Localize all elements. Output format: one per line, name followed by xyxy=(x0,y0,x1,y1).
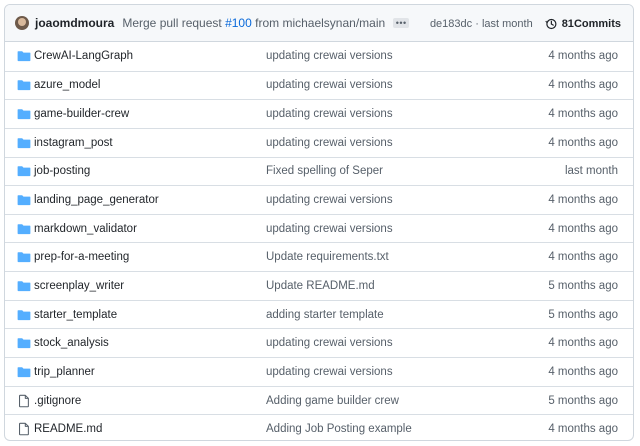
folder-icon xyxy=(17,250,31,264)
commit-message-prefix[interactable]: Merge pull request xyxy=(122,16,225,30)
commit-message-suffix[interactable]: from michaelsynan/main xyxy=(252,16,385,30)
file-row[interactable]: starter_template adding starter template 5… xyxy=(5,299,633,329)
sha-separator: · xyxy=(472,17,482,30)
folder-icon xyxy=(17,336,31,350)
file-row[interactable]: README.md Adding Job Posting example 4 mon… xyxy=(5,414,633,440)
commit-message-link[interactable]: updating crewai versions xyxy=(266,223,393,235)
commit-meta: de183dc · last month 81 Commits xyxy=(430,5,621,42)
commit-age: 4 months ago xyxy=(548,194,618,207)
file-name-link[interactable]: job-posting xyxy=(34,165,90,177)
commit-age: 4 months ago xyxy=(548,222,618,235)
commit-message-link[interactable]: updating crewai versions xyxy=(266,337,393,349)
commit-age: last month xyxy=(564,165,618,178)
commits-link[interactable]: 81 Commits xyxy=(545,18,621,30)
folder-icon xyxy=(17,193,31,207)
file-row[interactable]: .gitignore Adding game builder crew 5 mont… xyxy=(5,385,633,415)
file-list: CrewAI-LangGraph updating crewai versions… xyxy=(5,42,633,440)
commit-sha-time: de183dc · last month xyxy=(430,18,533,30)
commit-age: 4 months ago xyxy=(548,50,618,63)
folder-icon xyxy=(17,136,31,150)
file-browser: joaomdmoura Merge pull request #100 from… xyxy=(4,4,634,441)
file-name-link[interactable]: trip_planner xyxy=(34,366,95,378)
file-name-link[interactable]: CrewAI-LangGraph xyxy=(34,50,133,62)
commit-message-link[interactable]: Fixed spelling of Seper xyxy=(266,165,383,177)
latest-commit-bar: joaomdmoura Merge pull request #100 from… xyxy=(5,5,633,42)
file-name-link[interactable]: azure_model xyxy=(34,79,100,91)
commit-age: 5 months ago xyxy=(548,279,618,292)
commit-message-link[interactable]: updating crewai versions xyxy=(266,50,393,62)
file-row[interactable]: trip_planner updating crewai versions 4 mo… xyxy=(5,357,633,386)
file-icon xyxy=(17,394,31,408)
commit-message-link[interactable]: updating crewai versions xyxy=(266,366,393,378)
commit-sha[interactable]: de183dc xyxy=(430,18,472,30)
file-name-link[interactable]: instagram_post xyxy=(34,137,113,149)
commit-message-link[interactable]: Adding Job Posting example xyxy=(266,423,412,435)
file-row[interactable]: job-posting Fixed spelling of Seper last m… xyxy=(5,156,633,186)
folder-icon xyxy=(17,308,31,322)
commit-message-link[interactable]: updating crewai versions xyxy=(266,79,393,91)
folder-icon xyxy=(17,78,31,92)
file-name-link[interactable]: starter_template xyxy=(34,309,117,321)
commit-age: 4 months ago xyxy=(548,251,618,264)
history-icon xyxy=(545,18,557,29)
commit-author[interactable]: joaomdmoura xyxy=(35,16,114,30)
file-row[interactable]: stock_analysis updating crewai versions 4 … xyxy=(5,328,633,357)
file-row[interactable]: landing_page_generator updating crewai ve… xyxy=(5,185,633,214)
avatar[interactable] xyxy=(15,16,29,30)
folder-icon xyxy=(17,222,31,236)
folder-icon xyxy=(17,279,31,293)
file-row[interactable]: azure_model updating crewai versions 4 mon… xyxy=(5,70,633,100)
file-row[interactable]: instagram_post updating crewai versions 4 … xyxy=(5,127,633,157)
file-icon xyxy=(17,422,31,436)
commit-time: last month xyxy=(481,17,533,30)
file-row[interactable]: CrewAI-LangGraph updating crewai versions… xyxy=(5,42,633,71)
commit-age: 4 months ago xyxy=(548,423,618,436)
file-name-link[interactable]: README.md xyxy=(34,423,102,435)
file-row[interactable]: markdown_validator updating crewai versio… xyxy=(5,213,633,243)
commit-age: 4 months ago xyxy=(548,337,618,350)
commits-count: 81 xyxy=(561,17,574,30)
file-name-link[interactable]: markdown_validator xyxy=(34,223,137,235)
file-row[interactable]: game-builder-crew updating crewai version… xyxy=(5,99,633,128)
expand-commit-button[interactable]: ••• xyxy=(393,18,410,28)
file-row[interactable]: screenplay_writer Update README.md 5 month… xyxy=(5,271,633,300)
file-name-link[interactable]: stock_analysis xyxy=(34,337,109,349)
commit-message-link[interactable]: updating crewai versions xyxy=(266,108,393,120)
file-name-link[interactable]: screenplay_writer xyxy=(34,280,124,292)
commit-age: 4 months ago xyxy=(548,136,618,149)
commit-age: 4 months ago xyxy=(548,365,618,378)
folder-icon xyxy=(17,49,31,63)
file-name-link[interactable]: landing_page_generator xyxy=(34,194,159,206)
commit-message-link[interactable]: updating crewai versions xyxy=(266,194,393,206)
pull-request-link[interactable]: #100 xyxy=(225,16,252,30)
file-name-link[interactable]: game-builder-crew xyxy=(34,108,129,120)
commit-message-link[interactable]: Update README.md xyxy=(266,280,375,292)
commit-message-link[interactable]: updating crewai versions xyxy=(266,137,393,149)
commit-age: 4 months ago xyxy=(548,108,618,121)
commit-message-link[interactable]: Adding game builder crew xyxy=(266,395,399,407)
folder-icon xyxy=(17,365,31,379)
file-name-link[interactable]: .gitignore xyxy=(34,395,81,407)
commit-age: 4 months ago xyxy=(548,79,618,92)
commit-age: 5 months ago xyxy=(548,308,618,321)
folder-icon xyxy=(17,107,31,121)
file-name-link[interactable]: prep-for-a-meeting xyxy=(34,251,129,263)
folder-icon xyxy=(17,164,31,178)
commit-message-link[interactable]: adding starter template xyxy=(266,309,384,321)
commit-message: Merge pull request #100 from michaelsyna… xyxy=(122,16,385,30)
commit-age: 5 months ago xyxy=(548,394,618,407)
commits-label: Commits xyxy=(573,17,621,30)
file-row[interactable]: prep-for-a-meeting Update requirements.tx… xyxy=(5,242,633,271)
commit-message-link[interactable]: Update requirements.txt xyxy=(266,251,389,263)
